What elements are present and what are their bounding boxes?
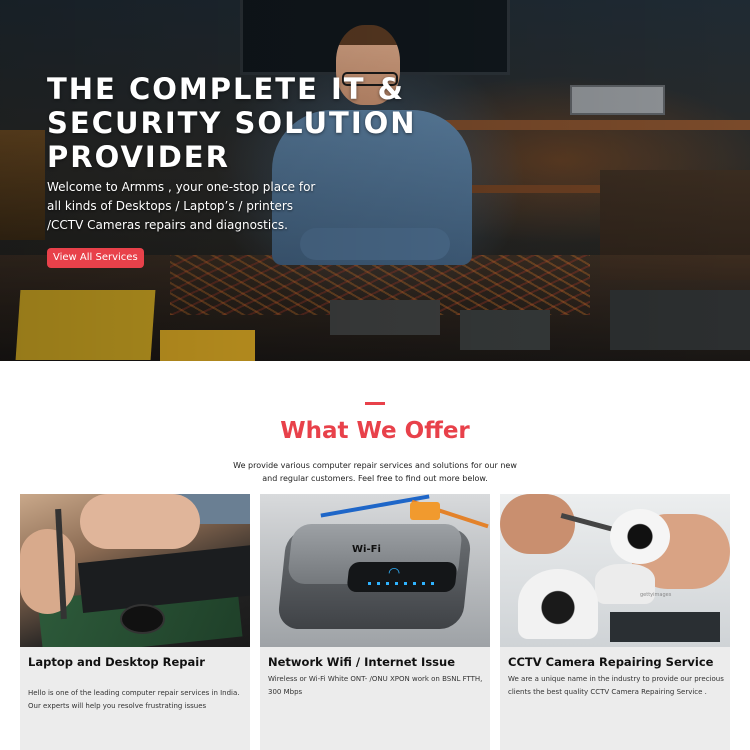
service-card-cctv-repair[interactable]: gettyimages CCTV Camera Repairing Servic… [500,494,730,750]
image-watermark: gettyimages [640,592,672,598]
card-title[interactable]: CCTV Camera Repairing Service [508,655,724,669]
laptop-repair-image [20,494,250,647]
section-description: We provide various computer repair servi… [233,461,517,483]
wifi-icon: ◠ [388,564,401,580]
hero-intro-text: Welcome to Armms , your one-stop place f… [47,180,316,232]
service-card-network-wifi[interactable]: Wi-Fi ◠ Network Wifi / Internet Issue Wi… [260,494,490,750]
section-title: What We Offer [280,418,470,444]
cctv-camera-image: gettyimages [500,494,730,647]
card-text: We are a unique name in the industry to … [508,675,724,696]
wifi-router-image: Wi-Fi ◠ [260,494,490,647]
service-card-laptop-repair[interactable]: Laptop and Desktop Repair Hello is one o… [20,494,250,750]
hero-banner: THE COMPLETE IT & SECURITY SOLUTION PROV… [0,0,750,361]
section-accent-line [365,402,385,405]
hero-title: THE COMPLETE IT & SECURITY SOLUTION PROV… [47,72,417,174]
card-title[interactable]: Network Wifi / Internet Issue [268,655,484,669]
view-all-services-button[interactable]: View All Services [47,248,144,268]
card-title[interactable]: Laptop and Desktop Repair [28,655,244,669]
router-wifi-label: Wi-Fi [352,544,381,555]
card-text: Hello is one of the leading computer rep… [28,689,240,710]
card-text: Wireless or Wi-Fi White ONT- /ONU XPON w… [268,675,483,696]
